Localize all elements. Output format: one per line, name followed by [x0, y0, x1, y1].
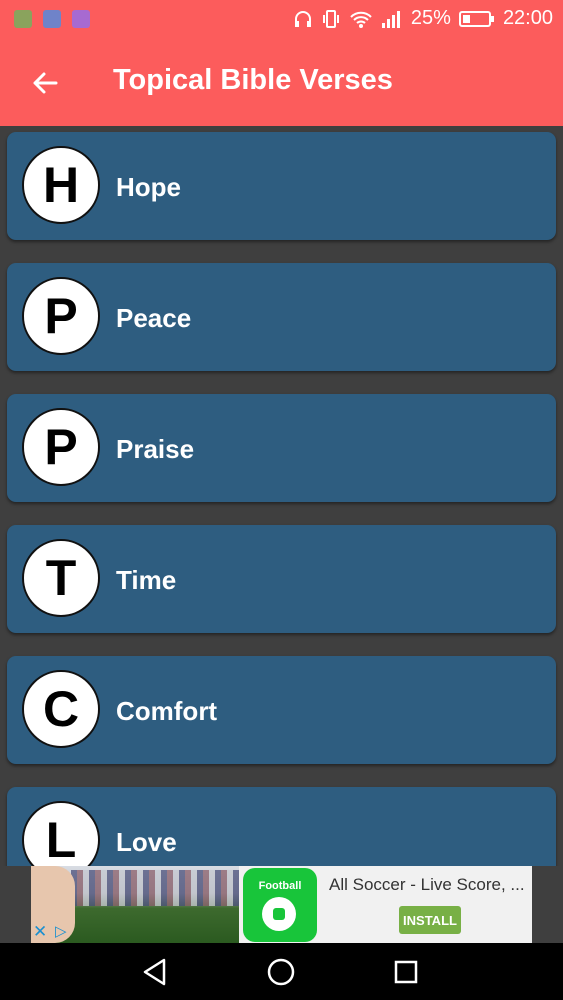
- android-app-icon: [14, 10, 32, 28]
- topic-label: Peace: [116, 303, 192, 333]
- topic-label: Praise: [116, 434, 195, 464]
- dropbox-icon: [43, 10, 61, 28]
- system-icons: 25% 22:00: [293, 7, 553, 30]
- topic-letter-badge: L: [22, 801, 100, 866]
- topic-letter-badge: H: [22, 146, 100, 224]
- battery-percent: 25%: [410, 7, 451, 29]
- battery-icon: [458, 10, 494, 27]
- topic-card-love[interactable]: L Love: [7, 787, 556, 866]
- status-bar: 25% 22:00: [0, 0, 563, 40]
- ad-crowd: [71, 870, 239, 906]
- adchoices-icon[interactable]: ▷: [55, 922, 67, 940]
- page-title: Topical Bible Verses: [113, 64, 393, 96]
- app-bar: Topical Bible Verses: [0, 40, 563, 126]
- navigation-bar: [0, 943, 563, 1000]
- gallery-app-icon: [72, 10, 90, 28]
- headphones-icon: [294, 10, 311, 27]
- soccer-ball-icon: [262, 897, 296, 931]
- ad-app-icon-label: Football: [258, 880, 302, 892]
- topic-letter-badge: C: [22, 670, 100, 748]
- topic-label: Time: [116, 565, 177, 595]
- home-circle-icon[interactable]: [264, 955, 298, 989]
- topic-card-peace[interactable]: P Peace: [7, 263, 556, 371]
- arrow-left-icon[interactable]: [28, 66, 62, 100]
- recents-square-icon[interactable]: [389, 955, 423, 989]
- notification-icons: [14, 10, 90, 28]
- ad-banner[interactable]: ✕ ▷ Football All Soccer - Live Score, ..…: [31, 866, 532, 943]
- ad-title[interactable]: All Soccer - Live Score, ...: [329, 875, 525, 895]
- topic-card-praise[interactable]: P Praise: [7, 394, 556, 502]
- topic-label: Love: [116, 827, 177, 857]
- topic-card-comfort[interactable]: C Comfort: [7, 656, 556, 764]
- topic-letter-badge: T: [22, 539, 100, 617]
- topic-letter-badge: P: [22, 408, 100, 486]
- install-button[interactable]: INSTALL: [399, 906, 461, 934]
- signal-icon: [381, 10, 400, 28]
- back-triangle-icon[interactable]: [138, 955, 172, 989]
- topic-label: Hope: [116, 172, 181, 202]
- ad-app-icon[interactable]: Football: [243, 868, 317, 942]
- topic-card-hope[interactable]: H Hope: [7, 132, 556, 240]
- topic-label: Comfort: [116, 696, 218, 726]
- topic-card-time[interactable]: T Time: [7, 525, 556, 633]
- vibrate-icon: [322, 9, 339, 28]
- clock: 22:00: [502, 7, 553, 29]
- topic-list[interactable]: H Hope P Peace P Praise T Time C Comfort…: [0, 126, 563, 866]
- topic-letter-badge: P: [22, 277, 100, 355]
- close-icon[interactable]: ✕: [33, 922, 47, 942]
- wifi-icon: [350, 11, 372, 28]
